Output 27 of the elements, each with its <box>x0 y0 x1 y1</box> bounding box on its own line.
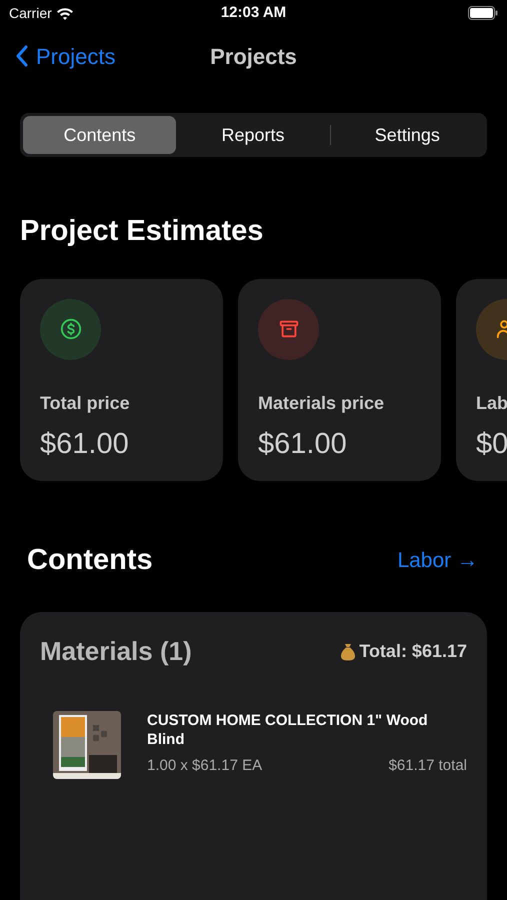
section-heading: Project Estimates <box>19 214 264 249</box>
labor-link[interactable]: Labor → <box>397 544 478 576</box>
money-bag-icon <box>341 642 356 660</box>
card-value: $61.00 <box>40 426 130 462</box>
materials-total: Total: $61.17 <box>359 640 467 663</box>
nav-title: Projects <box>210 42 297 71</box>
section-heading: Contents <box>27 542 153 578</box>
card-label: Lab <box>476 392 507 414</box>
segment-tab[interactable]: Settings <box>330 116 484 154</box>
battery-icon <box>468 6 498 20</box>
back-button[interactable]: Projects <box>16 40 116 72</box>
segment-tab[interactable]: Reports <box>176 116 330 154</box>
card-label: Materials price <box>258 392 386 415</box>
item-name: CUSTOM HOME COLLECTION 1" Wood Blind <box>147 711 429 749</box>
materials-title: Materials (1) <box>40 635 192 668</box>
carrier-label: Carrier <box>9 4 52 22</box>
archive-box-icon <box>278 318 300 340</box>
item-total: $61.17 total <box>388 756 467 776</box>
dollar-icon <box>60 318 82 340</box>
clock-time: 12:03 AM <box>220 2 286 23</box>
wifi-icon <box>56 6 74 20</box>
card-value: $61.00 <box>258 426 348 462</box>
card-value: $0 <box>476 426 507 462</box>
card-label: Total price <box>40 392 131 415</box>
chevron-left-icon <box>16 45 28 67</box>
item-quantity: 1.00 x $61.17 EA <box>147 756 262 776</box>
segment-tab[interactable]: Contents <box>23 116 176 154</box>
